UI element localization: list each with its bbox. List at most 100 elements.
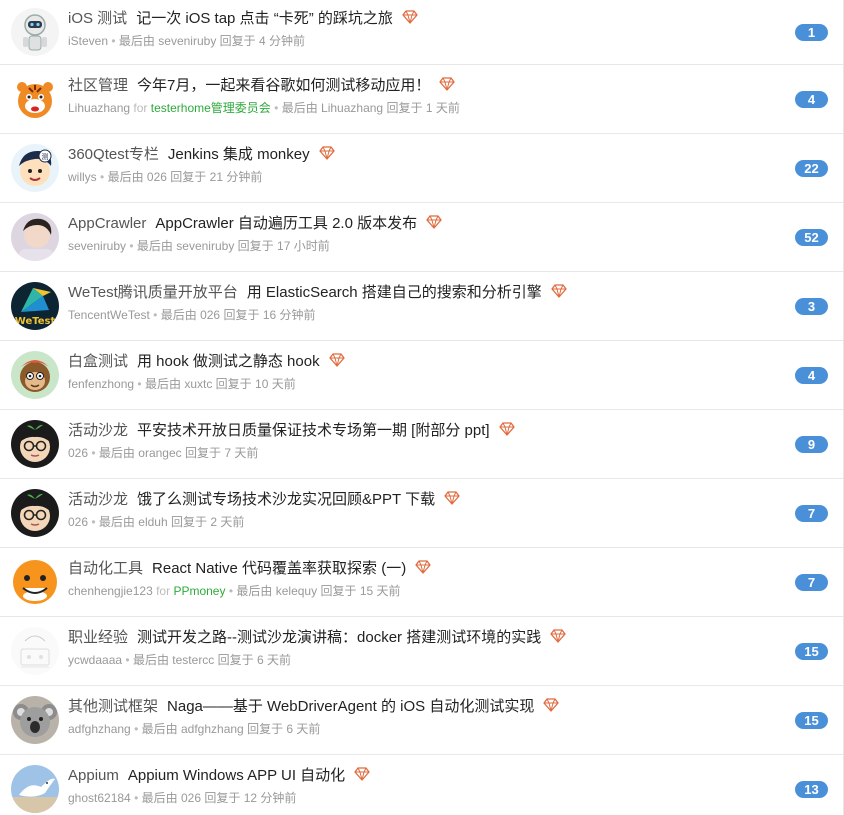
node-link[interactable]: 活动沙龙	[68, 422, 128, 439]
topic-title-link[interactable]: 用 hook 做测试之静态 hook	[137, 353, 320, 370]
author-link[interactable]: Lihuazhang	[68, 101, 130, 115]
reply-count-badge[interactable]: 52	[795, 229, 828, 246]
team-link[interactable]: PPmoney	[173, 584, 225, 598]
author-link[interactable]: fenfenzhong	[68, 377, 134, 391]
team-link[interactable]: testerhome管理委员会	[151, 101, 271, 115]
topic-title-link[interactable]: React Native 代码覆盖率获取探索 (一)	[152, 560, 406, 577]
orange-face-avatar[interactable]	[11, 558, 59, 606]
topic-title-line: iOS 测试 记一次 iOS tap 点击 “卡死” 的踩坑之旅	[68, 9, 763, 29]
koala-avatar[interactable]	[11, 696, 59, 744]
author-link[interactable]: willys	[68, 170, 97, 184]
topic-row[interactable]: 活动沙龙 饿了么测试专场技术沙龙实况回顾&PPT 下载 026 • 最后由 eld…	[0, 479, 843, 548]
author-link[interactable]: adfghzhang	[68, 722, 131, 736]
glasses-sprout-avatar[interactable]	[11, 420, 59, 468]
topic-title-link[interactable]: Appium Windows APP UI 自动化	[128, 767, 345, 784]
node-link[interactable]: iOS 测试	[68, 10, 127, 27]
topic-row[interactable]: 其他测试框架 Naga——基于 WebDriverAgent 的 iOS 自动化测…	[0, 686, 843, 755]
topic-row[interactable]: 测 360Qtest专栏 Jenkins 集成 monkey willys • 最…	[0, 134, 843, 203]
last-reply-user-link[interactable]: kelequy	[276, 584, 317, 598]
node-link[interactable]: 其他测试框架	[68, 698, 158, 715]
monkey-avatar[interactable]	[11, 351, 59, 399]
author-link[interactable]: iSteven	[68, 34, 108, 48]
meta-separator: •	[91, 446, 96, 460]
reply-count-badge[interactable]: 15	[795, 643, 828, 660]
reply-count-badge[interactable]: 1	[795, 24, 828, 41]
topic-row[interactable]: 白盒测试用 hook 做测试之静态 hook fenfenzhong • 最后由…	[0, 341, 843, 410]
last-reply-user-link[interactable]: xuxtc	[184, 377, 212, 391]
topic-row[interactable]: WeTest WeTest腾讯质量开放平台用 ElasticSearch 搭建自…	[0, 272, 843, 341]
node-link[interactable]: 职业经验	[68, 629, 128, 646]
author-link[interactable]: 026	[68, 446, 88, 460]
reply-time: 2 天前	[210, 515, 245, 529]
last-reply-user-link[interactable]: adfghzhang	[181, 722, 244, 736]
node-link[interactable]: WeTest腾讯质量开放平台	[68, 284, 238, 301]
topic-title-link[interactable]: 今年7月，一起来看谷歌如何测试移动应用！	[137, 77, 430, 94]
replied-label: 回复于	[204, 791, 241, 805]
topic-row[interactable]: 社区管理 今年7月，一起来看谷歌如何测试移动应用！ Lihuazhang for …	[0, 65, 843, 134]
reply-count-badge[interactable]: 15	[795, 712, 828, 729]
reply-count-badge[interactable]: 4	[795, 367, 828, 384]
replied-label: 回复于	[185, 446, 222, 460]
reply-count-badge[interactable]: 7	[795, 505, 828, 522]
tiger-avatar[interactable]	[11, 75, 59, 123]
last-reply-user-link[interactable]: 026	[181, 791, 201, 805]
topic-meta: 026 • 最后由 orangec 回复于 7 天前	[68, 445, 763, 461]
topic-row[interactable]: 自动化工具 React Native 代码覆盖率获取探索 (一) chenheng…	[0, 548, 843, 617]
reply-count-badge[interactable]: 9	[795, 436, 828, 453]
excellent-diamond-icon	[498, 422, 515, 436]
topic-title-link[interactable]: 用 ElasticSearch 搭建自己的搜索和分析引擎	[247, 284, 542, 301]
cartoon-boy-avatar[interactable]: 测	[11, 144, 59, 192]
author-link[interactable]: TencentWeTest	[68, 308, 150, 322]
robot-avatar[interactable]	[11, 8, 59, 56]
topic-title-link[interactable]: Jenkins 集成 monkey	[168, 146, 310, 163]
topic-title-link[interactable]: 记一次 iOS tap 点击 “卡死” 的踩坑之旅	[136, 10, 393, 27]
last-reply-user-link[interactable]: Lihuazhang	[321, 101, 383, 115]
last-reply-user-link[interactable]: orangec	[138, 446, 181, 460]
last-reply-user-link[interactable]: elduh	[138, 515, 167, 529]
node-link[interactable]: 白盒测试	[68, 353, 128, 370]
replied-label: 回复于	[247, 722, 284, 736]
last-reply-user-link[interactable]: 026	[200, 308, 220, 322]
author-link[interactable]: ycwdaaaa	[68, 653, 122, 667]
excellent-diamond-icon	[444, 491, 460, 505]
topic-title-link[interactable]: AppCrawler 自动遍历工具 2.0 版本发布	[155, 215, 417, 232]
topic-title-link[interactable]: Naga——基于 WebDriverAgent 的 iOS 自动化测试实现	[167, 698, 534, 715]
author-link[interactable]: ghost62184	[68, 791, 131, 805]
glasses-sprout-avatar[interactable]	[11, 489, 59, 537]
topic-meta: ycwdaaaa • 最后由 testercc 回复于 6 天前	[68, 652, 763, 668]
topic-row[interactable]: Appium Appium Windows APP UI 自动化 ghost621…	[0, 755, 843, 815]
author-link[interactable]: 026	[68, 515, 88, 529]
reply-count-badge[interactable]: 7	[795, 574, 828, 591]
topic-row[interactable]: AppCrawler AppCrawler 自动遍历工具 2.0 版本发布 sev…	[0, 203, 843, 272]
excellent-diamond-icon	[328, 353, 345, 367]
last-reply-user-link[interactable]: seveniruby	[176, 239, 234, 253]
topic-title-link[interactable]: 饿了么测试专场技术沙龙实况回顾&PPT 下载	[137, 491, 435, 508]
person-photo-avatar[interactable]	[11, 213, 59, 261]
author-link[interactable]: seveniruby	[68, 239, 126, 253]
node-link[interactable]: 社区管理	[68, 77, 128, 94]
reply-count-badge[interactable]: 3	[795, 298, 828, 315]
dove-avatar[interactable]	[11, 765, 59, 813]
topic-title-link[interactable]: 测试开发之路--测试沙龙演讲稿：docker 搭建测试环境的实践	[137, 629, 541, 646]
wetest-logo-avatar[interactable]: WeTest	[11, 282, 59, 330]
topic-row[interactable]: 职业经验 测试开发之路--测试沙龙演讲稿：docker 搭建测试环境的实践 ycw…	[0, 617, 843, 686]
node-link[interactable]: AppCrawler	[68, 215, 146, 232]
last-reply-user-link[interactable]: testercc	[172, 653, 214, 667]
node-link[interactable]: Appium	[68, 767, 119, 784]
reply-time: 4 分钟前	[259, 34, 306, 48]
topic-title-link[interactable]: 平安技术开放日质量保证技术专场第一期 [附部分 ppt]	[137, 422, 490, 439]
topic-row[interactable]: iOS 测试 记一次 iOS tap 点击 “卡死” 的踩坑之旅 iSteven …	[0, 0, 843, 65]
reply-count-badge[interactable]: 13	[795, 781, 828, 798]
topic-row[interactable]: 活动沙龙 平安技术开放日质量保证技术专场第一期 [附部分 ppt] 026 • 最…	[0, 410, 843, 479]
last-reply-user-link[interactable]: seveniruby	[158, 34, 216, 48]
reply-count-badge[interactable]: 22	[795, 160, 828, 177]
node-link[interactable]: 自动化工具	[68, 560, 143, 577]
topic-meta: Lihuazhang for testerhome管理委员会 • 最后由 Lih…	[68, 100, 763, 116]
node-link[interactable]: 360Qtest专栏	[68, 146, 159, 163]
last-reply-user-link[interactable]: 026	[147, 170, 167, 184]
reply-count-badge[interactable]: 4	[795, 91, 828, 108]
node-link[interactable]: 活动沙龙	[68, 491, 128, 508]
sketch-avatar[interactable]	[11, 627, 59, 675]
topic-title-line: 职业经验 测试开发之路--测试沙龙演讲稿：docker 搭建测试环境的实践	[68, 628, 763, 648]
author-link[interactable]: chenhengjie123	[68, 584, 153, 598]
